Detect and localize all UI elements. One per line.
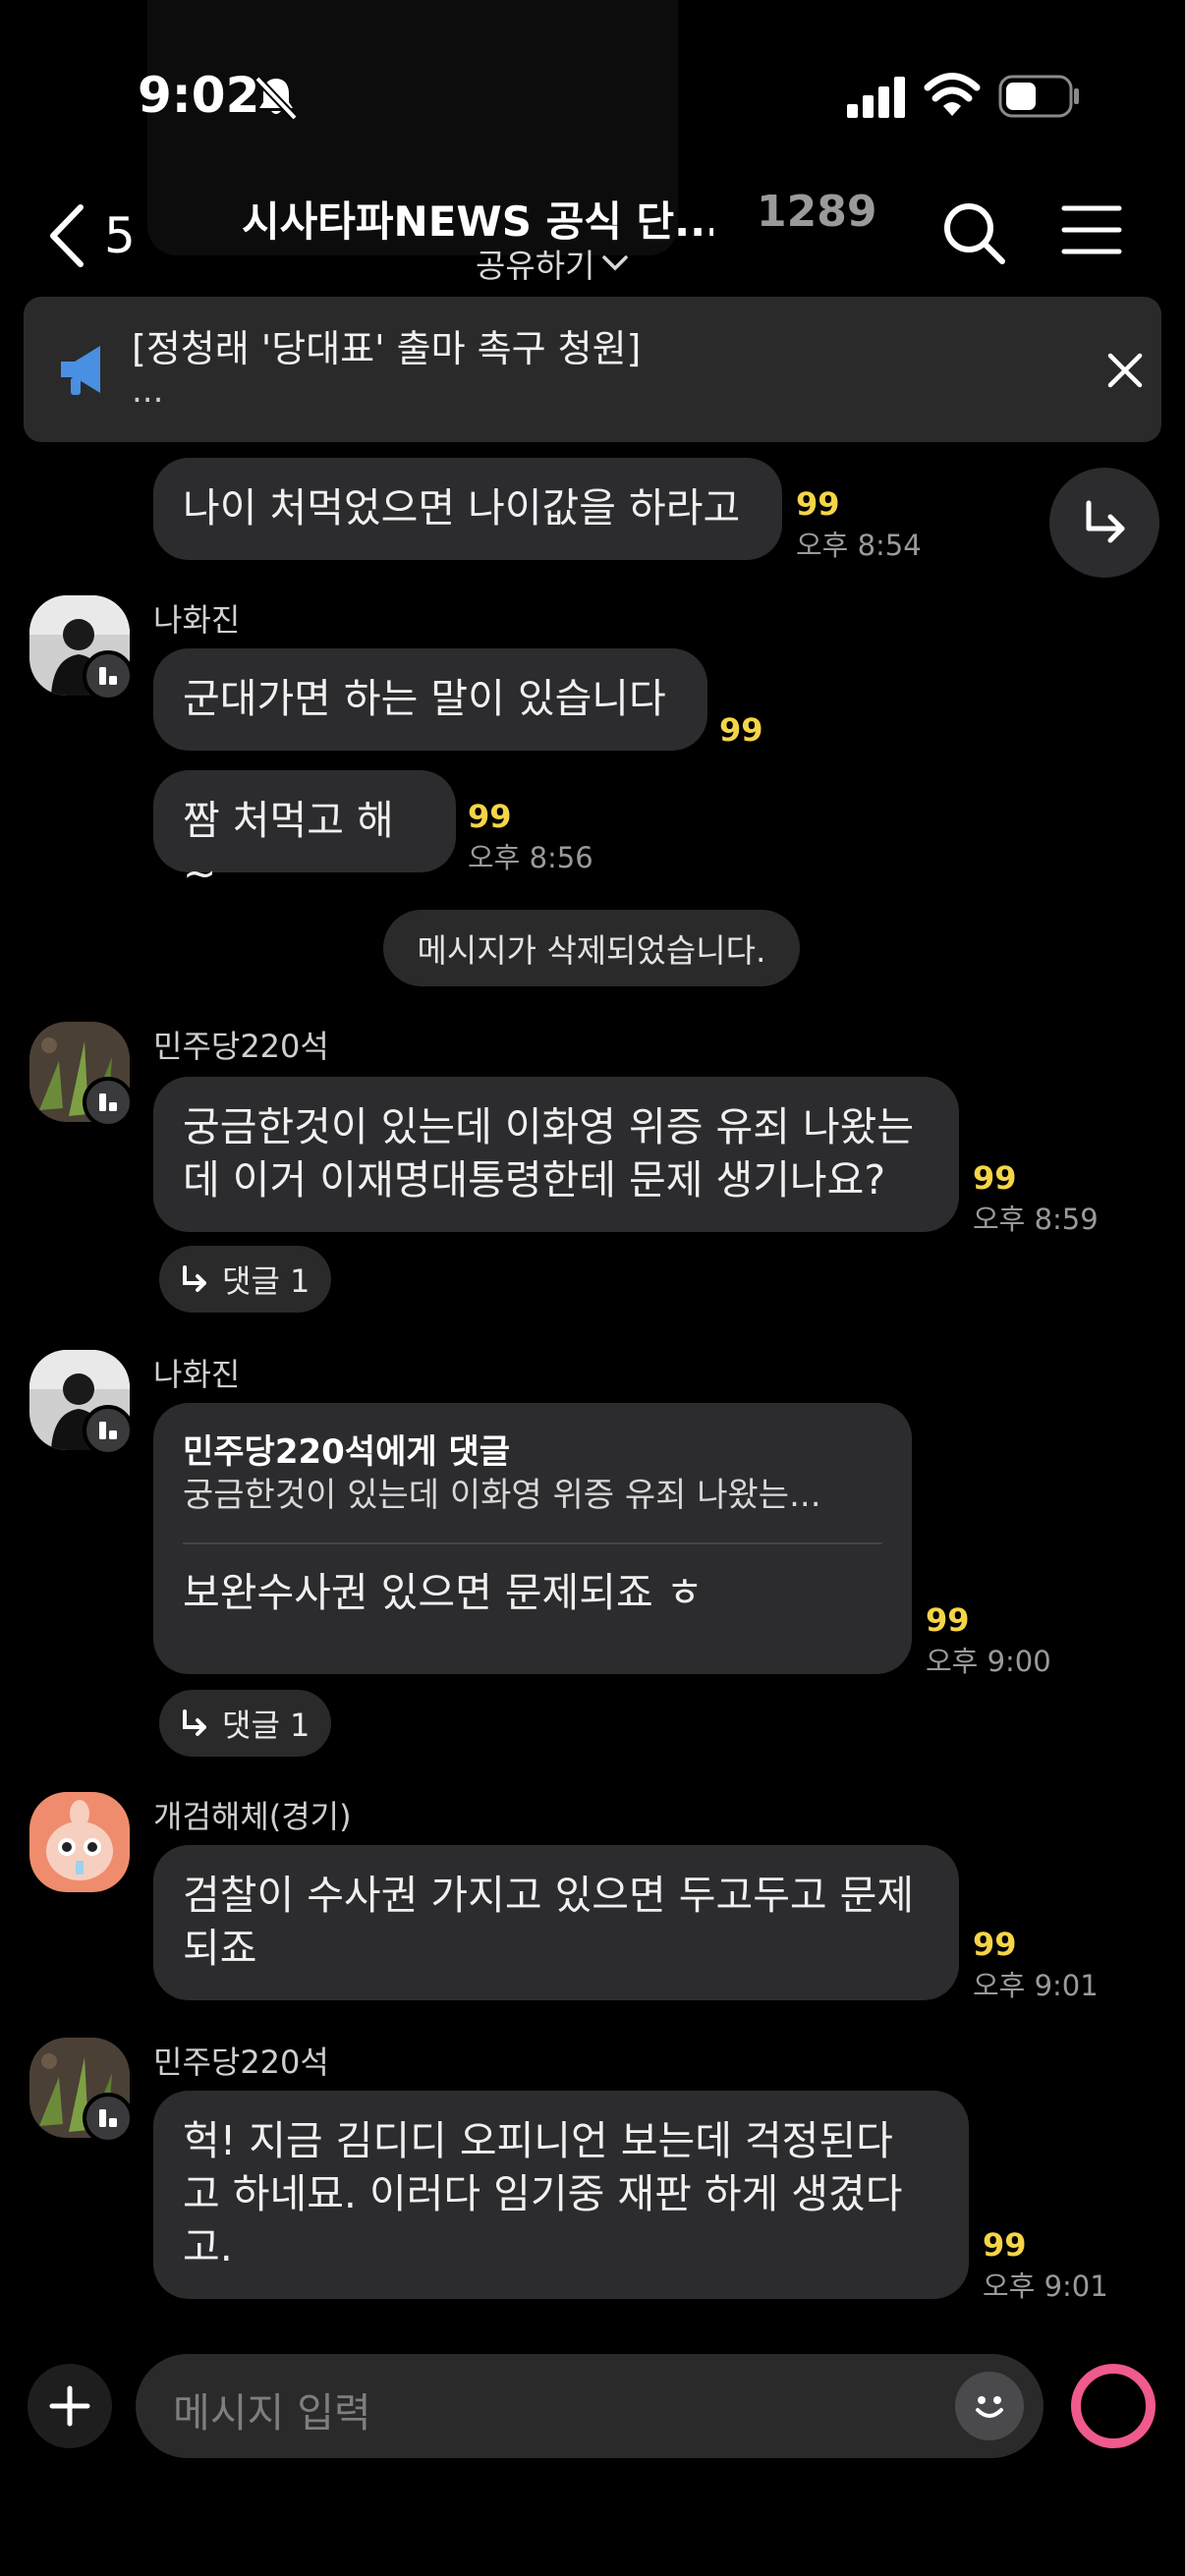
reply-target: 민주당220석에게 댓글 <box>183 1432 511 1472</box>
message-meta: 99 오후 8:54 <box>796 485 922 564</box>
quoted-text: 궁금한것이 있는데 이화영 위증 유죄 나왔는... <box>183 1476 821 1515</box>
unread-count: 99 <box>973 1926 1017 1963</box>
back-button[interactable]: 5 <box>47 196 136 275</box>
emoji-icon <box>976 2396 1003 2418</box>
avatar-photo <box>29 1792 130 1892</box>
arrow-turn-down-right-icon <box>1086 500 1125 543</box>
unread-count: 99 <box>719 711 763 749</box>
unread-count: 99 <box>973 1159 1017 1197</box>
bell-off-icon <box>254 76 298 121</box>
message-meta: 99 <box>719 711 763 749</box>
chevron-left-icon <box>50 204 84 267</box>
grid-icon <box>99 1093 117 1111</box>
status-bar: 9:02 <box>0 0 1185 187</box>
signal-icon <box>847 77 905 118</box>
message-bubble[interactable]: 헉! 지금 김디디 오피니언 보는데 걱정된다 고 하네묘. 이러다 임기중 재… <box>153 2091 969 2299</box>
reply-arrow-icon <box>183 1265 206 1292</box>
message-bubble[interactable]: 군대가면 하는 말이 있습니다 <box>153 648 707 751</box>
message-text: 검찰이 수사권 가지고 있으면 두고두고 문제 되죠 <box>183 1872 915 1972</box>
message-text: 보완수사권 있으면 문제되죠 ㅎ <box>183 1569 704 1616</box>
message-time: 오후 9:00 <box>926 1645 1051 1678</box>
message-time: 오후 8:59 <box>973 1203 1099 1236</box>
wifi-icon <box>924 73 981 116</box>
message-bubble[interactable]: 검찰이 수사권 가지고 있으면 두고두고 문제 되죠 <box>153 1845 959 2000</box>
reply-thread-button[interactable]: 댓글 1 <box>159 1246 332 1313</box>
share-button[interactable]: 공유하기 <box>476 240 630 287</box>
send-button[interactable] <box>1071 2364 1156 2448</box>
reply-divider <box>183 1542 882 1544</box>
unread-chat-count: 5 <box>104 207 136 264</box>
message-meta: 99 오후 9:01 <box>973 1926 1099 2004</box>
menu-icon[interactable] <box>1061 202 1122 257</box>
message-text: 짬 처먹고 해~ <box>183 797 394 897</box>
message-text: 궁금한것이 있는데 이화영 위증 유죄 나왔는 데 이거 이재명대통령한테 문제… <box>183 1103 915 1204</box>
message-meta: 99 오후 8:59 <box>973 1159 1099 1238</box>
message-meta: 99 오후 9:01 <box>983 2226 1108 2305</box>
message-bubble[interactable]: 궁금한것이 있는데 이화영 위증 유죄 나왔는 데 이거 이재명대통령한테 문제… <box>153 1077 959 1232</box>
message-bubble[interactable]: 짬 처먹고 해~ <box>153 770 456 897</box>
unread-count: 99 <box>983 2226 1027 2264</box>
chat-header: 5 시사타파NEWS 공식 단... 1289 공유하기 <box>0 177 1185 295</box>
message-text: 헉! 지금 김디디 오피니언 보는데 걱정된다 고 하네묘. 이러다 임기중 재… <box>183 2117 903 2270</box>
sender-name[interactable]: 민주당220석 <box>153 1022 329 1067</box>
sender-name[interactable]: 민주당220석 <box>153 2038 329 2083</box>
message-time: 오후 8:56 <box>468 841 593 874</box>
scroll-to-latest-button[interactable] <box>1049 468 1159 578</box>
plus-icon <box>49 2385 90 2427</box>
chat-screen: 9:02 5 시사타파NEWS 공식 단... 1289 공유하기 [정청래 '… <box>0 0 1185 2576</box>
message-text: 나이 처먹었으면 나이값을 하라고 <box>183 484 741 532</box>
add-attachment-button[interactable] <box>28 2364 112 2448</box>
grid-icon <box>99 667 117 685</box>
message-input-placeholder: 메시지 입력 <box>173 2389 371 2436</box>
message-time: 오후 9:01 <box>983 2269 1108 2303</box>
unread-count: 99 <box>926 1601 970 1639</box>
unread-count: 99 <box>468 798 512 835</box>
megaphone-icon <box>61 346 100 395</box>
emoji-button[interactable] <box>955 2372 1024 2440</box>
profile-badge <box>83 1405 134 1456</box>
status-time: 9:02 <box>138 67 260 124</box>
message-input[interactable]: 메시지 입력 <box>136 2354 1044 2458</box>
sender-name[interactable]: 나화진 <box>153 1350 240 1395</box>
share-label: 공유하기 <box>476 247 595 285</box>
message-meta: 99 오후 8:56 <box>468 798 593 876</box>
profile-badge <box>83 2093 134 2144</box>
deleted-message-notice: 메시지가 삭제되었습니다. <box>383 910 800 986</box>
message-time: 오후 8:54 <box>796 529 922 562</box>
grid-icon <box>99 1422 117 1439</box>
avatar[interactable] <box>29 1792 130 1892</box>
unread-count: 99 <box>796 485 840 523</box>
reply-thread-button[interactable]: 댓글 1 <box>159 1690 332 1757</box>
message-bubble[interactable]: 나이 처먹었으면 나이값을 하라고 <box>153 458 782 560</box>
battery-icon <box>998 75 1079 118</box>
profile-badge <box>83 650 134 701</box>
reply-message-bubble[interactable]: 민주당220석에게 댓글 궁금한것이 있는데 이화영 위증 유죄 나왔는... … <box>153 1403 912 1674</box>
reply-arrow-icon <box>183 1709 206 1736</box>
sender-name[interactable]: 나화진 <box>153 595 240 641</box>
profile-badge <box>83 1077 134 1128</box>
message-meta: 99 오후 9:00 <box>926 1601 1051 1680</box>
notice-title: [정청래 '당대표' 출마 촉구 청원] <box>132 327 642 370</box>
message-text: 군대가면 하는 말이 있습니다 <box>183 675 666 722</box>
close-icon[interactable] <box>1100 346 1150 395</box>
reply-count-label: 댓글 1 <box>222 1707 310 1744</box>
sender-name[interactable]: 개검해체(경기) <box>153 1792 352 1837</box>
search-icon[interactable] <box>941 200 1006 265</box>
grid-icon <box>99 2109 117 2127</box>
chevron-down-icon <box>602 255 629 271</box>
message-time: 오후 9:01 <box>973 1969 1099 2002</box>
reply-count-label: 댓글 1 <box>222 1262 310 1300</box>
notice-banner[interactable]: [정청래 '당대표' 출마 촉구 청원] ... <box>24 297 1161 442</box>
notice-more: ... <box>132 371 164 411</box>
member-count: 1289 <box>757 187 877 237</box>
